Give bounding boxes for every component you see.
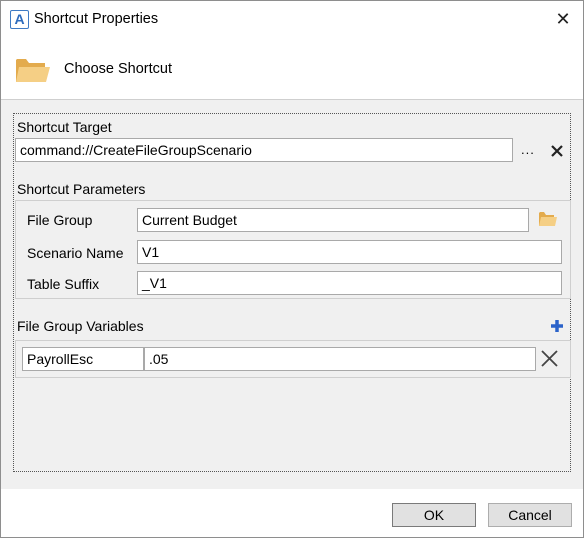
shortcut-parameters-label: Shortcut Parameters (17, 181, 146, 197)
folder-icon[interactable] (538, 211, 558, 227)
scenario-name-label: Scenario Name (27, 245, 124, 261)
table-suffix-label: Table Suffix (27, 276, 100, 292)
shortcut-target-input[interactable]: command://CreateFileGroupScenario (15, 138, 513, 162)
title-bar: A Shortcut Properties ✕ (1, 1, 583, 37)
scenario-name-input[interactable]: V1 (137, 240, 562, 264)
folder-icon (16, 59, 50, 82)
plus-icon[interactable] (550, 319, 564, 333)
app-logo-icon: A (10, 10, 29, 29)
ok-button[interactable]: OK (392, 503, 476, 527)
variable-value-input[interactable]: .05 (144, 347, 536, 371)
close-window-button[interactable]: ✕ (552, 8, 574, 30)
shortcut-target-label: Shortcut Target (17, 119, 112, 135)
file-group-variables-label: File Group Variables (17, 318, 144, 334)
browse-target-button[interactable]: ... (521, 142, 535, 157)
window-title: Shortcut Properties (34, 11, 159, 27)
variable-name-input[interactable]: PayrollEsc (22, 347, 144, 371)
shortcut-properties-dialog: A Shortcut Properties ✕ Choose Shortcut … (0, 0, 584, 538)
cancel-button[interactable]: Cancel (488, 503, 572, 527)
header-title: Choose Shortcut (64, 61, 173, 77)
close-icon[interactable] (541, 350, 558, 367)
dialog-header: Choose Shortcut (1, 37, 583, 99)
file-group-label: File Group (27, 212, 93, 228)
close-icon[interactable] (551, 145, 563, 157)
table-suffix-input[interactable]: _V1 (137, 271, 562, 295)
file-group-input[interactable]: Current Budget (137, 208, 529, 232)
